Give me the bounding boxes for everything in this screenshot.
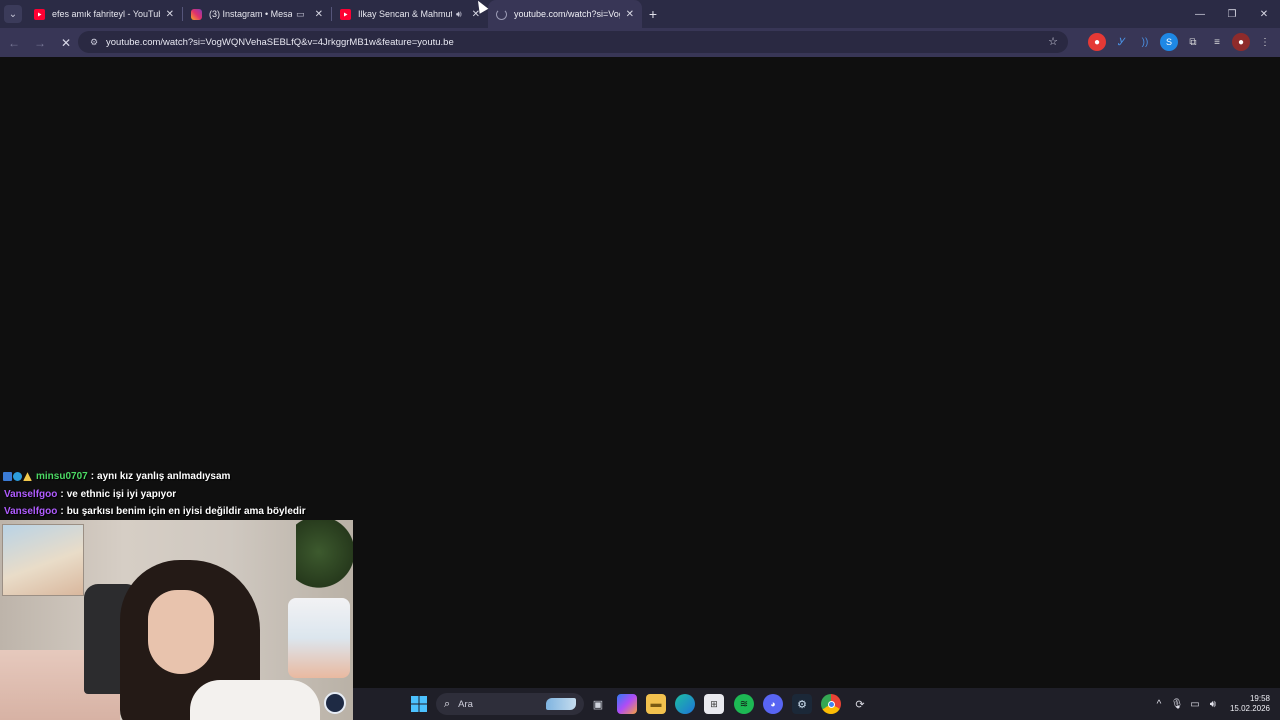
streamer-shirt [190,680,320,720]
chat-text: ve ethnic işi iyi yapıyor [66,488,177,500]
chat-overlay: minsu0707 : aynı kız yanlış anlmadıysam … [0,468,420,521]
chat-username: minsu0707 [36,471,88,483]
chat-username: Vanselfgoo [4,506,58,518]
address-bar[interactable]: ⚙︎ youtube.com/watch?si=VogWQNVehaSEBLfQ… [78,31,1068,53]
spotify-icon[interactable]: ≋ [734,694,754,714]
translate-icon[interactable]: Ꭹ [1112,33,1130,51]
taskbar-search[interactable]: ⌕ Ara [436,693,584,715]
clock-date: 15.02.2026 [1229,704,1270,713]
figurine [288,598,350,678]
url-text: youtube.com/watch?si=VogWQNVehaSEBLfQ&v=… [106,36,454,48]
shazam-icon[interactable]: S [1160,33,1178,51]
puzzle-icon[interactable]: ⧉ [1184,33,1202,51]
maximize-button[interactable]: ❐ [1216,0,1248,28]
chevron-up-icon[interactable]: ^ [1150,695,1168,713]
plant [296,520,353,600]
back-button[interactable]: ← [2,31,26,55]
plus-icon: + [648,6,658,22]
search-highlight-icon [546,698,576,710]
microphone-icon[interactable]: 🎙︎ [1168,695,1186,713]
chat-message: minsu0707 : aynı kız yanlış anlmadıysam [0,468,420,486]
minimize-button[interactable]: — [1184,0,1216,28]
close-icon[interactable]: ✕ [166,9,174,20]
site-info-icon[interactable]: ⚙︎ [84,37,104,48]
store-icon[interactable]: ⊞ [704,694,724,714]
tab-title: efes amık fahriteyl - YouTube [52,9,160,19]
tab-title: (3) Instagram • Mesajlar [209,9,293,19]
search-icon: ⌕ [444,697,451,710]
tab-youtube-efes[interactable]: efes amık fahriteyl - YouTube ✕ [26,0,182,28]
menu-icon[interactable]: ⋮ [1256,33,1274,51]
loading-icon [496,8,507,20]
chevron-down-icon: ⌄ [4,5,22,23]
extensions-area: ● Ꭹ )) S ⧉ ≡ ● ⋮ [1088,31,1274,53]
edge-icon[interactable] [675,694,695,714]
chrome-center-icon [827,700,835,708]
chat-username: Vanselfgoo [4,488,58,500]
youtube-icon [340,8,351,20]
close-window-button[interactable]: ✕ [1248,0,1280,28]
streamer-face [148,590,214,674]
speaker-icon[interactable]: 🔊︎ [456,9,462,20]
clock[interactable]: 19:58 15.02.2026 [1230,694,1270,714]
volume-icon[interactable]: 🔊︎ [1204,695,1222,713]
browser-toolbar: ← → ✕ ⚙︎ youtube.com/watch?si=VogWQNVeha… [0,28,1280,57]
sound-icon[interactable]: )) [1136,33,1154,51]
instagram-icon [191,8,202,20]
chat-message: Vanselfgoo : ve ethnic işi iyi yapıyor [0,486,420,504]
new-tab-button[interactable]: + [642,0,664,28]
tab-title: Ilkay Sencan & Mahmut Or [358,9,452,19]
adblock-icon[interactable]: ● [1088,33,1106,51]
copilot-icon[interactable] [617,694,637,714]
chat-text: aynı kız yanlış anlmadıysam [97,471,231,483]
tab-search-button[interactable]: ⌄ [0,0,26,28]
chat-text: bu şarkısı benim için en iyisi değildir … [66,506,306,518]
discord-icon[interactable]: ◕ [763,694,783,714]
windows-start-icon[interactable] [409,694,429,714]
tab-youtube-ilkay[interactable]: Ilkay Sencan & Mahmut Or 🔊︎ ✕ [332,0,488,28]
close-icon[interactable]: ✕ [626,9,634,20]
steam-icon[interactable]: ⚙︎ [792,694,812,714]
tab-strip: ⌄ efes amık fahriteyl - YouTube ✕ (3) In… [0,0,1280,28]
arrow-right-icon: → [34,35,46,50]
tab-title: youtube.com/watch?si=VogWC [514,9,620,19]
chat-message: Vanselfgoo : bu şarkısı benim için en iy… [0,503,420,521]
stream-logo-icon [324,692,346,714]
badge-icon [3,472,12,482]
chat-separator: : [60,506,64,518]
close-icon[interactable]: ✕ [315,9,323,20]
badge-icon [13,472,22,482]
chat-separator: : [60,488,64,500]
file-explorer-icon[interactable]: ▬ [646,694,666,714]
forward-button[interactable]: → [28,31,52,55]
system-tray: ^ 🎙︎ ▭ 🔊︎ 19:58 15.02.2026 [1150,688,1280,720]
chrome-icon[interactable] [821,694,841,714]
window-controls: — ❐ ✕ [1184,0,1280,28]
network-icon[interactable]: ▭ [1186,695,1204,713]
screen: ⌄ efes amık fahriteyl - YouTube ✕ (3) In… [0,0,1280,720]
badge-icon [23,472,32,482]
youtube-icon [34,8,45,20]
chat-badges [3,472,32,482]
wall-poster [2,524,84,596]
tab-instagram[interactable]: (3) Instagram • Mesajlar ▭ ✕ [183,0,331,28]
bookmark-star-icon[interactable]: ☆ [1048,35,1058,48]
chat-separator: : [90,471,95,483]
stop-button[interactable]: ✕ [54,31,78,55]
chat-icon: ▭ [296,8,305,19]
task-view-icon[interactable]: ▣ [588,694,608,714]
taskbar: ⌕ Ara ▣ ▬ ⊞ ≋ ◕ ⚙︎ ⟳ ^ 🎙︎ ▭ 🔊︎ 19:58 15.… [353,688,1280,720]
tab-youtube-watch-active[interactable]: youtube.com/watch?si=VogWC ✕ [488,0,642,28]
steelseries-icon[interactable]: ⟳ [850,694,870,714]
arrow-left-icon: ← [8,35,20,50]
clock-time: 19:58 [1249,694,1270,703]
close-icon: ✕ [60,35,72,50]
webcam-feed [0,520,353,720]
media-icon[interactable]: ≡ [1208,33,1226,51]
search-placeholder: Ara [458,698,473,710]
profile-avatar[interactable]: ● [1232,33,1250,51]
